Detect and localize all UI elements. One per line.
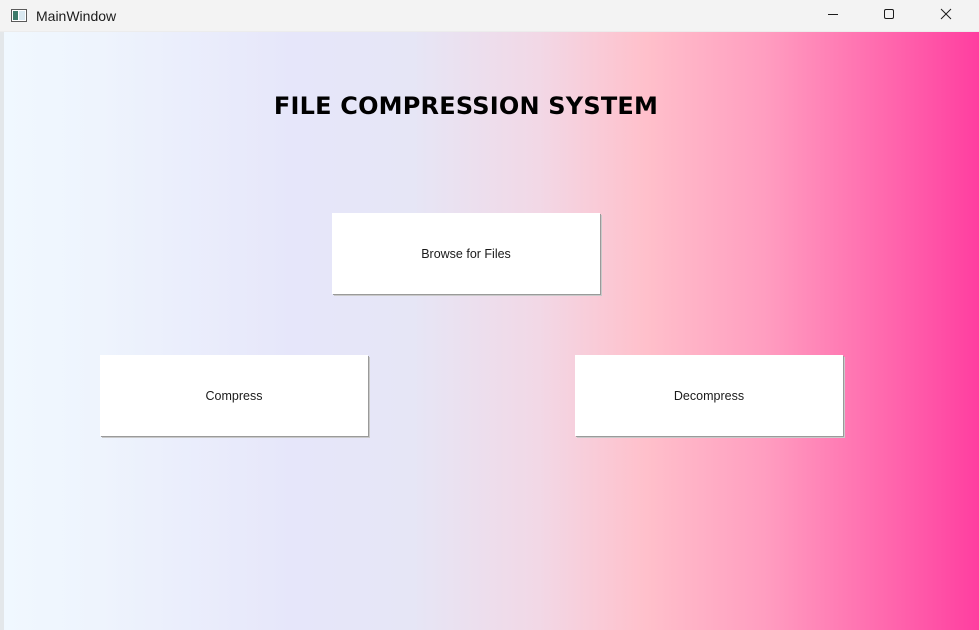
page-title: FILE COMPRESSION SYSTEM — [273, 92, 659, 120]
title-bar[interactable]: MainWindow — [0, 0, 979, 32]
close-button[interactable] — [923, 0, 969, 31]
maximize-button[interactable] — [866, 0, 912, 31]
window-app-icon — [11, 9, 27, 22]
browse-files-button[interactable]: Browse for Files — [332, 213, 600, 294]
compress-button[interactable]: Compress — [100, 355, 368, 436]
decompress-button[interactable]: Decompress — [575, 355, 843, 436]
minimize-icon — [827, 7, 839, 25]
close-icon — [940, 7, 952, 25]
maximize-icon — [883, 7, 895, 25]
window-title: MainWindow — [36, 8, 117, 24]
minimize-button[interactable] — [810, 0, 856, 31]
client-area: FILE COMPRESSION SYSTEM Browse for Files… — [0, 32, 979, 630]
main-window: MainWindow FILE COMPRESSION SYSTEM Brows… — [0, 0, 979, 630]
